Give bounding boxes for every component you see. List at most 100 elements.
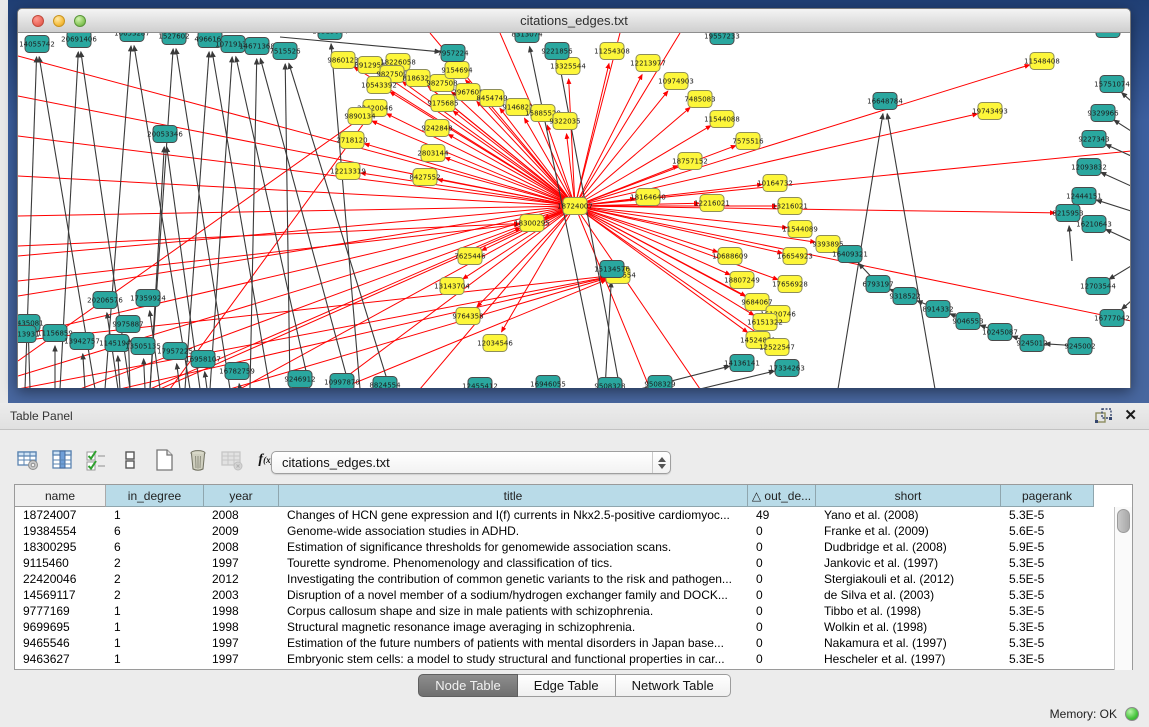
table-cell[interactable]: 1 [106,635,204,651]
table-cell[interactable]: 1998 [204,619,279,635]
graph-node[interactable]: 14055742 [19,36,55,53]
tab-node-table[interactable]: Node Table [418,674,518,697]
table-cell[interactable]: 2 [106,555,204,571]
graph-edge[interactable] [18,56,575,206]
graph-edge[interactable] [239,384,240,388]
graph-node[interactable]: 16946055 [530,376,566,389]
graph-node[interactable]: 12216021 [694,195,730,212]
table-cell[interactable]: 0 [748,603,816,619]
graph-node[interactable]: 16654923 [777,248,813,265]
graph-node[interactable]: 9890134 [344,108,376,125]
table-row[interactable]: 1830029562008Estimation of significance … [15,539,1116,555]
table-cell[interactable]: 5.3E-5 [1001,507,1094,523]
table-cell[interactable]: 6 [106,539,204,555]
table-cell[interactable]: 0 [748,651,816,667]
graph-edge[interactable] [1122,93,1130,101]
table-cell[interactable]: 9465546 [15,635,106,651]
column-header-name[interactable]: name [15,485,106,507]
graph-edge[interactable] [18,224,519,246]
graph-edge[interactable] [575,65,1030,206]
table-cell[interactable]: 2008 [204,539,279,555]
graph-node[interactable]: 17334263 [769,360,805,377]
graph-node[interactable]: 10164732 [757,175,793,192]
vertical-scrollbar[interactable] [1114,507,1132,670]
table-cell[interactable]: 5.3E-5 [1001,555,1094,571]
table-cell[interactable]: 18724007 [15,507,106,523]
column-header-in_degree[interactable]: in_degree [106,485,204,507]
table-cell[interactable]: 1 [106,603,204,619]
graph-node[interactable]: 13216021 [772,198,808,215]
table-cell[interactable]: 2008 [204,507,279,523]
table-cell[interactable]: Changes of HCN gene expression and I(f) … [279,507,748,523]
table-cell[interactable]: 9699695 [15,619,106,635]
graph-edge[interactable] [463,206,575,279]
table-cell[interactable]: 2 [106,571,204,587]
graph-node[interactable]: 17359924 [130,290,166,307]
graph-edge[interactable] [361,173,575,206]
graph-edge[interactable] [18,206,575,216]
table-cell[interactable]: Embryonic stem cells: a model to study s… [279,651,748,667]
table-cell[interactable]: Stergiakouli et al. (2012) [816,571,1001,587]
graph-edge[interactable] [448,134,575,206]
table-cell[interactable]: 6 [106,523,204,539]
graph-node[interactable]: 9154694 [441,62,473,79]
graph-edge[interactable] [575,206,1130,321]
table-cell[interactable]: 1 [106,507,204,523]
graph-node[interactable]: 10245087 [982,324,1018,341]
network-window-titlebar[interactable]: citations_edges.txt [18,9,1130,33]
graph-edge[interactable] [1101,172,1130,186]
table-cell[interactable]: de Silva et al. (2003) [816,587,1001,603]
graph-node[interactable]: 12213319 [330,163,366,180]
graph-node[interactable]: 11544089 [782,221,818,238]
graph-node[interactable]: 11544088 [704,111,740,128]
table-cell[interactable]: 0 [748,619,816,635]
table-cell[interactable]: 9463627 [15,651,106,667]
table-row[interactable]: 1938455462009Genome-wide association stu… [15,523,1116,539]
table-cell[interactable]: Disruption of a novel member of a sodium… [279,587,748,603]
graph-edge[interactable] [205,372,207,388]
graph-edge[interactable] [1122,301,1130,309]
graph-node[interactable]: 9508329 [644,376,675,389]
graph-edge[interactable] [18,206,575,336]
graph-node[interactable]: 19743493 [972,103,1008,120]
tab-edge-table[interactable]: Edge Table [518,674,616,697]
graph-edge[interactable] [28,336,30,388]
network-canvas[interactable]: 1872400798601238912954182260589827509105… [18,33,1130,388]
graph-node[interactable]: 12455412 [462,378,498,389]
graph-node[interactable]: 2803144 [417,145,449,162]
graph-edge[interactable] [700,371,774,388]
table-cell[interactable]: 0 [748,555,816,571]
table-cell[interactable]: Hescheler et al. (1997) [816,651,1001,667]
graph-node[interactable]: 9046553 [952,313,983,330]
graph-node[interactable]: 16648784 [867,93,903,110]
table-row[interactable]: 969969511998Structural magnetic resonanc… [15,619,1116,635]
close-panel-icon[interactable]: ✕ [1124,407,1137,425]
graph-node[interactable]: 7575516 [732,133,764,150]
graph-node[interactable]: 19557233 [704,33,740,45]
graph-node[interactable]: 18313074 [312,33,348,40]
graph-node[interactable]: 9518104 [1092,33,1124,38]
graph-edge[interactable] [1106,229,1130,241]
graph-node[interactable]: 9329966 [1087,105,1119,122]
table-cell[interactable]: 1 [106,619,204,635]
delete-table-icon[interactable] [184,446,212,474]
table-cell[interactable]: 22420046 [15,571,106,587]
graph-node[interactable]: 12703544 [1080,278,1116,295]
table-cell[interactable]: Nakamura et al. (1997) [816,635,1001,651]
graph-node[interactable]: 9508328 [594,378,625,389]
graph-node[interactable]: 9975887 [112,316,143,333]
graph-node[interactable]: 1527602 [158,33,189,45]
column-header-title[interactable]: title [279,485,748,507]
graph-edge[interactable] [118,356,120,388]
table-cell[interactable]: 19384554 [15,523,106,539]
table-cell[interactable]: Dudbridge et al. (2008) [816,539,1001,555]
graph-node[interactable]: 10653287 [114,33,150,42]
graph-node[interactable]: 6793197 [862,276,893,293]
graph-edge[interactable] [1106,144,1130,156]
table-row[interactable]: 946362711997Embryonic stem cells: a mode… [15,651,1116,667]
graph-node[interactable]: 9245002 [1064,338,1095,355]
table-cell[interactable]: 5.5E-5 [1001,571,1094,587]
graph-node[interactable]: 9322035 [549,113,580,130]
graph-node[interactable]: 8427552 [409,169,440,186]
table-cell[interactable]: Yano et al. (2008) [816,507,1001,523]
